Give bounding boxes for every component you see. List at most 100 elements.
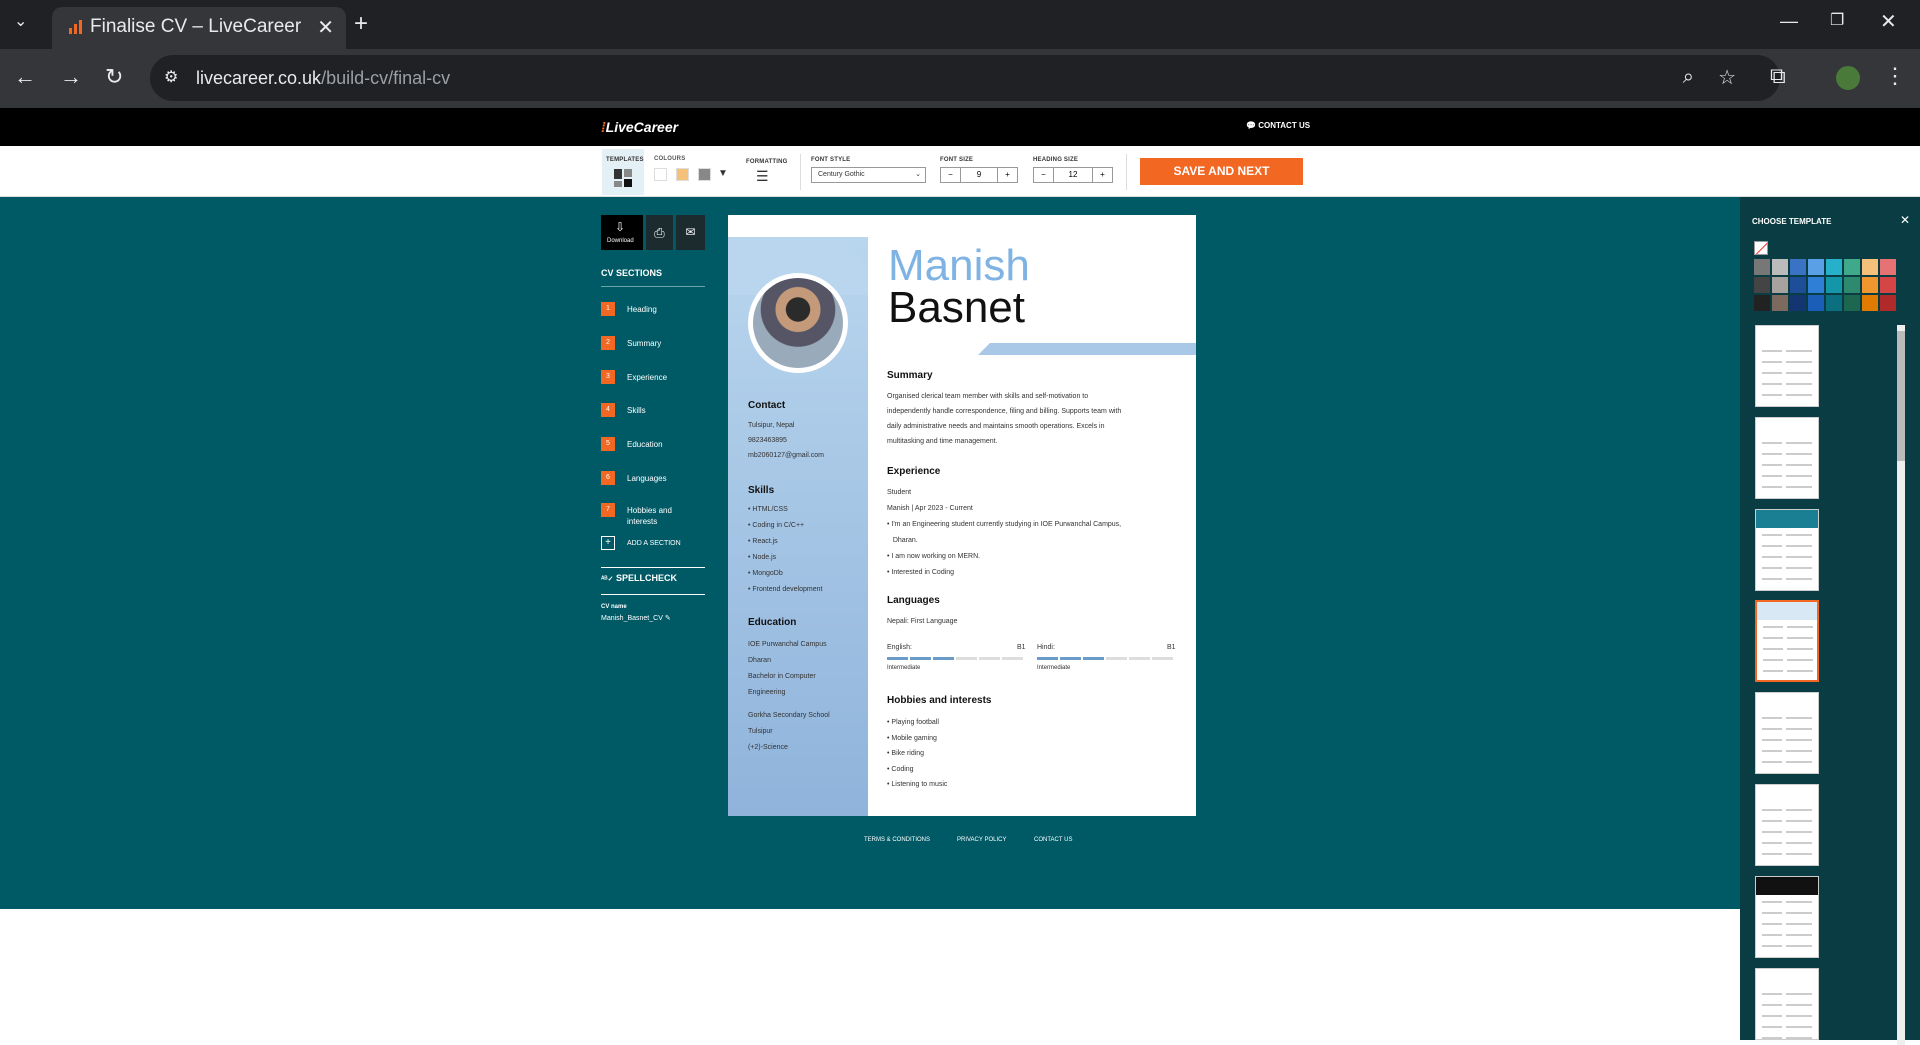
palette-colour-swatch[interactable] <box>1826 277 1842 293</box>
bookmark-star-icon[interactable]: ☆ <box>1718 65 1736 90</box>
more-menu-icon[interactable]: ⋮ <box>1884 65 1906 87</box>
heading-size-value[interactable]: 12 <box>1054 168 1092 182</box>
template-thumbnail[interactable] <box>1755 968 1819 1040</box>
language-level-segment <box>1002 657 1023 660</box>
font-size-value[interactable]: 9 <box>961 168 997 182</box>
palette-colour-swatch[interactable] <box>1754 295 1770 311</box>
palette-colour-swatch[interactable] <box>1844 295 1860 311</box>
template-thumbnail[interactable] <box>1755 417 1819 499</box>
palette-colour-swatch[interactable] <box>1862 295 1878 311</box>
font-size-plus-button[interactable]: + <box>997 168 1017 182</box>
palette-colour-swatch[interactable] <box>1790 277 1806 293</box>
zoom-icon[interactable]: ⌕ <box>1683 66 1694 89</box>
close-tab-icon[interactable]: ✕ <box>317 15 334 40</box>
palette-colour-swatch[interactable] <box>1862 277 1878 293</box>
templates-icon <box>614 169 634 189</box>
palette-colour-swatch[interactable] <box>1844 277 1860 293</box>
cv-lang2-name: Hindi: <box>1037 644 1055 651</box>
email-button[interactable]: ✉ <box>676 215 705 250</box>
templates-tab[interactable]: TEMPLATES <box>602 149 644 195</box>
close-window-icon[interactable]: ✕ <box>1880 12 1897 32</box>
cv-section-item[interactable]: 4 Skills <box>601 403 705 419</box>
palette-colour-swatch[interactable] <box>1790 259 1806 275</box>
header-contact-link[interactable]: 💬 CONTACT US <box>1246 121 1310 130</box>
heading-size-label: HEADING SIZE <box>1033 157 1079 163</box>
cv-section-item[interactable]: 1 Heading <box>601 302 705 318</box>
cv-preview[interactable]: Manish Basnet Contact Tulsipur, Nepal 982… <box>728 215 1196 816</box>
forward-icon[interactable]: → <box>60 66 82 88</box>
palette-colour-swatch[interactable] <box>1862 259 1878 275</box>
back-icon[interactable]: ← <box>14 66 36 88</box>
cv-line: • I'm an Engineering student currently s… <box>887 521 1122 528</box>
palette-colour-swatch[interactable] <box>1826 259 1842 275</box>
restore-icon[interactable]: ❐ <box>1830 13 1844 29</box>
section-number: 3 <box>601 370 615 384</box>
add-section-button[interactable]: + ADD A SECTION <box>601 536 705 552</box>
spellcheck-button[interactable]: ᴬᴮ✓ SPELLCHECK <box>601 573 705 589</box>
palette-colour-swatch[interactable] <box>1772 277 1788 293</box>
template-thumbnail[interactable] <box>1755 692 1819 774</box>
minimize-icon[interactable]: — <box>1780 12 1798 30</box>
chat-icon: 💬 <box>1246 121 1256 130</box>
colour-swatch[interactable] <box>676 168 689 181</box>
colour-dropdown-icon[interactable]: ▼ <box>718 168 728 179</box>
livecareer-logo[interactable]: ⁞LiveCareer <box>601 119 678 135</box>
palette-colour-swatch[interactable] <box>1772 295 1788 311</box>
palette-colour-swatch[interactable] <box>1754 259 1770 275</box>
chevron-down-icon: ⌄ <box>915 171 921 178</box>
palette-colour-swatch[interactable] <box>1880 259 1896 275</box>
cv-line: 9823463895 <box>748 437 787 444</box>
palette-colour-swatch[interactable] <box>1880 277 1896 293</box>
cv-section-item[interactable]: 7 Hobbies and interests <box>601 503 705 526</box>
add-square-icon: + <box>601 536 615 550</box>
heading-size-plus-button[interactable]: + <box>1092 168 1112 182</box>
palette-colour-swatch[interactable] <box>1808 259 1824 275</box>
template-thumbnail[interactable] <box>1755 876 1819 958</box>
cv-section-item[interactable]: 5 Education <box>601 437 705 453</box>
palette-colour-swatch[interactable] <box>1790 295 1806 311</box>
palette-colour-swatch[interactable] <box>1808 277 1824 293</box>
template-thumbnail[interactable] <box>1755 600 1819 682</box>
download-button[interactable]: ⇩ Download <box>601 215 643 250</box>
profile-avatar[interactable] <box>1836 66 1860 90</box>
cv-section-item[interactable]: 2 Summary <box>601 336 705 352</box>
template-thumbnail[interactable] <box>1755 325 1819 407</box>
palette-colour-swatch[interactable] <box>1844 259 1860 275</box>
terms-link[interactable]: TERMS & CONDITIONS <box>864 837 930 843</box>
font-size-minus-button[interactable]: − <box>941 168 961 182</box>
footer-contact-link[interactable]: CONTACT US <box>1034 837 1072 843</box>
new-tab-icon[interactable]: + <box>354 12 368 36</box>
heading-size-stepper[interactable]: − 12 + <box>1033 167 1113 183</box>
language-level-segment <box>1083 657 1104 660</box>
no-colour-swatch[interactable] <box>1754 241 1768 255</box>
save-and-next-button[interactable]: SAVE AND NEXT <box>1140 158 1303 185</box>
font-style-select[interactable]: Century Gothic ⌄ <box>811 167 926 183</box>
palette-colour-swatch[interactable] <box>1826 295 1842 311</box>
cv-section-item[interactable]: 3 Experience <box>601 370 705 386</box>
reload-icon[interactable]: ↻ <box>105 66 123 88</box>
address-bar[interactable]: ⚙ livecareer.co.uk/build-cv/final-cv ⌕ ☆ <box>150 55 1780 101</box>
template-scrollbar[interactable] <box>1897 325 1905 1045</box>
template-thumbnail[interactable] <box>1755 509 1819 591</box>
tab-search-icon[interactable]: ⌄ <box>14 14 27 30</box>
heading-size-minus-button[interactable]: − <box>1034 168 1054 182</box>
extensions-icon[interactable]: ⧉ <box>1770 65 1786 87</box>
palette-colour-swatch[interactable] <box>1880 295 1896 311</box>
formatting-sliders-icon[interactable]: ☰ <box>756 169 774 183</box>
palette-colour-swatch[interactable] <box>1754 277 1770 293</box>
close-panel-icon[interactable]: ✕ <box>1900 213 1910 227</box>
print-button[interactable]: ⎙ <box>646 215 673 250</box>
font-size-stepper[interactable]: − 9 + <box>940 167 1018 183</box>
cv-name-field[interactable]: Manish_Basnet_CV ✎ <box>601 614 671 622</box>
browser-tab[interactable]: Finalise CV – LiveCareer ✕ <box>52 7 346 49</box>
palette-colour-swatch[interactable] <box>1808 295 1824 311</box>
colour-swatch[interactable] <box>654 168 667 181</box>
site-info-icon[interactable]: ⚙ <box>164 67 178 87</box>
pencil-icon[interactable]: ✎ <box>665 615 671 622</box>
colour-swatch[interactable] <box>698 168 711 181</box>
privacy-link[interactable]: PRIVACY POLICY <box>957 837 1006 843</box>
palette-colour-swatch[interactable] <box>1772 259 1788 275</box>
cv-lang1-level: B1 <box>1017 644 1026 651</box>
cv-section-item[interactable]: 6 Languages <box>601 471 705 487</box>
template-thumbnail[interactable] <box>1755 784 1819 866</box>
